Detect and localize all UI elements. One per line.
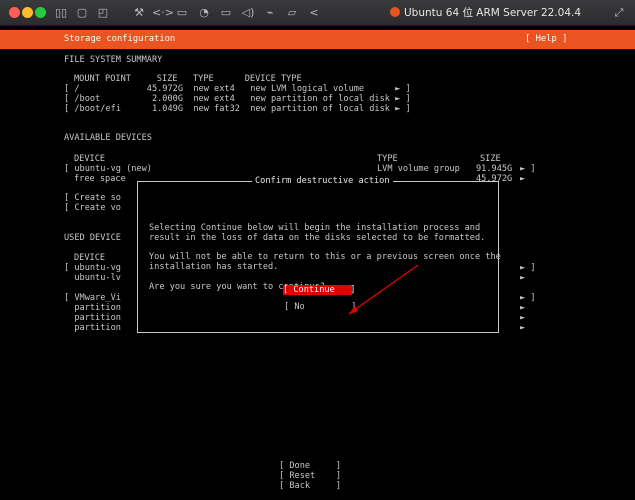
annotation-arrow-line: [349, 264, 419, 314]
annotation-arrow-head: [348, 306, 358, 315]
annotation-arrow: [348, 264, 419, 315]
